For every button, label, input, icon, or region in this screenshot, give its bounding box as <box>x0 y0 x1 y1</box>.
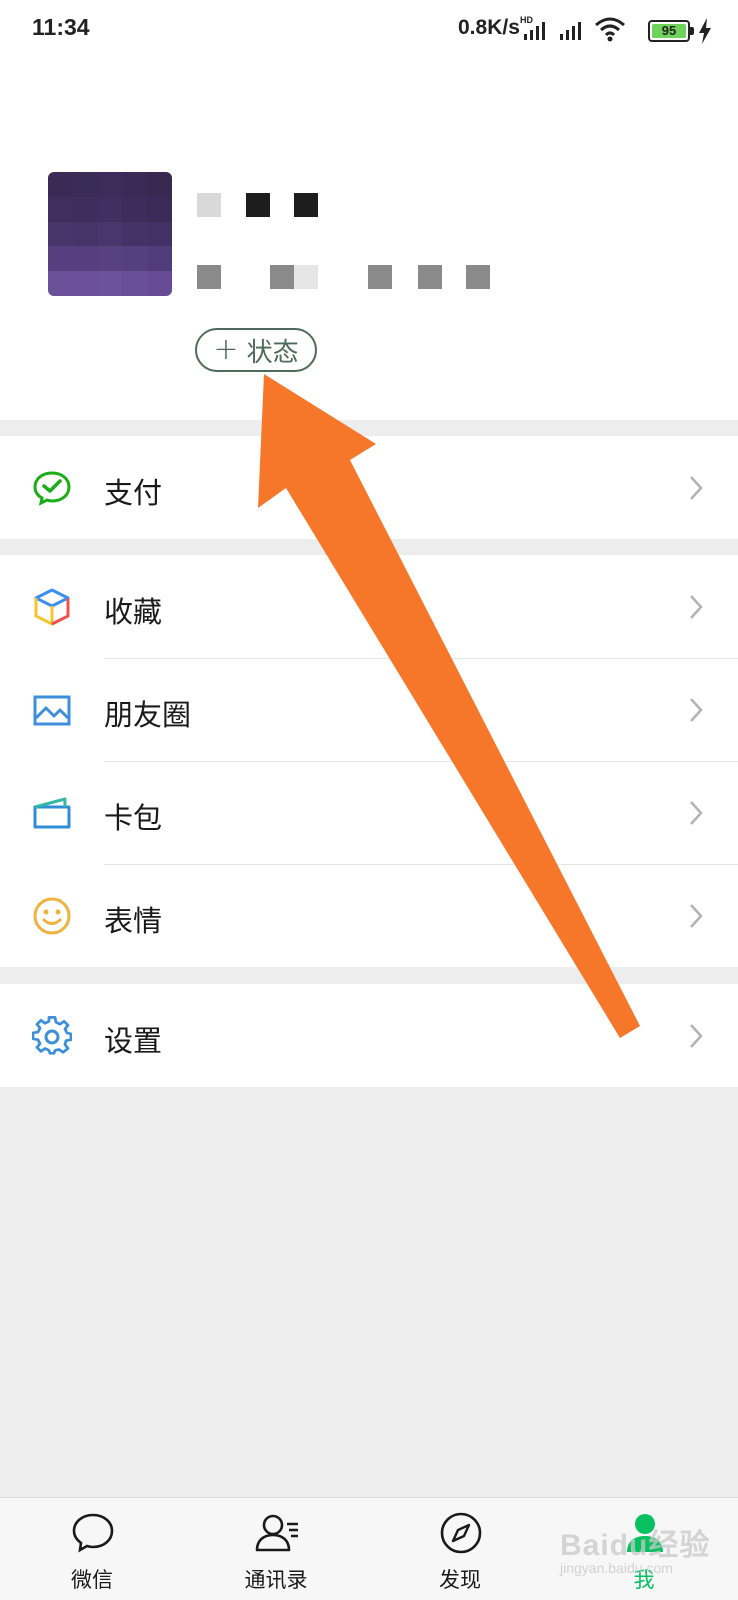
tab-label: 微信 <box>71 1568 113 1592</box>
charging-bolt-icon <box>699 18 711 44</box>
battery-icon: 95 <box>648 20 690 42</box>
menu-item-pay[interactable]: 支付 <box>0 436 738 539</box>
network-speed: 0.8K/s <box>458 16 520 39</box>
menu-label-settings: 设置 <box>104 1024 163 1058</box>
menu-group-pay: 支付 <box>0 436 738 539</box>
plus-icon: + <box>213 332 239 367</box>
chevron-right-icon <box>690 904 703 928</box>
gear-icon <box>32 1016 72 1055</box>
moments-image-icon <box>33 695 71 726</box>
cellular-signal-hd-icon: HD <box>520 15 545 40</box>
status-button-label: 状态 <box>246 337 299 368</box>
tab-discover[interactable]: 发现 <box>368 1498 552 1600</box>
menu-label-moments: 朋友圈 <box>104 698 192 732</box>
avatar[interactable] <box>48 172 172 296</box>
chevron-right-icon <box>690 801 703 825</box>
tab-contacts[interactable]: 通讯录 <box>184 1498 368 1600</box>
menu-group-main: 收藏 朋友圈 卡包 表情 <box>0 555 738 967</box>
svg-text:HD: HD <box>520 15 533 25</box>
menu-label-pay: 支付 <box>104 476 163 510</box>
menu-item-cards[interactable]: 卡包 <box>0 761 738 864</box>
menu-label-favorites: 收藏 <box>104 595 163 629</box>
wifi-icon <box>595 17 625 42</box>
chevron-right-icon <box>690 476 703 500</box>
menu-group-settings: 设置 <box>0 984 738 1087</box>
cellular-signal-icon <box>560 22 581 40</box>
chevron-right-icon <box>690 698 703 722</box>
tab-label: 发现 <box>439 1568 481 1592</box>
status-bar: 11:34 0.8K/s HD 95 <box>0 0 738 60</box>
chevron-right-icon <box>690 595 703 619</box>
wechat-pay-icon <box>33 471 71 506</box>
profile-header[interactable]: + 状态 <box>0 60 738 420</box>
status-time: 11:34 <box>32 14 90 40</box>
card-wallet-icon <box>33 797 71 829</box>
menu-item-moments[interactable]: 朋友圈 <box>0 658 738 761</box>
watermark-url: jingyan.baidu.com <box>560 1560 673 1576</box>
tab-label: 通讯录 <box>244 1568 308 1592</box>
menu-item-favorites[interactable]: 收藏 <box>0 555 738 658</box>
chat-bubble-icon <box>72 1513 114 1553</box>
watermark-logo: Baidu经验 <box>560 1529 711 1562</box>
smiley-face-icon <box>33 897 71 935</box>
battery-level: 95 <box>652 24 686 38</box>
chevron-right-icon <box>690 1024 703 1048</box>
add-status-button[interactable]: + 状态 <box>195 328 317 372</box>
favorites-cube-icon <box>34 588 70 626</box>
menu-item-stickers[interactable]: 表情 <box>0 864 738 967</box>
menu-label-cards: 卡包 <box>104 801 163 835</box>
tab-chats[interactable]: 微信 <box>0 1498 184 1600</box>
compass-icon <box>440 1512 482 1554</box>
battery-tip <box>690 27 694 35</box>
menu-label-stickers: 表情 <box>104 904 163 938</box>
menu-item-settings[interactable]: 设置 <box>0 984 738 1087</box>
contacts-icon <box>255 1514 298 1552</box>
